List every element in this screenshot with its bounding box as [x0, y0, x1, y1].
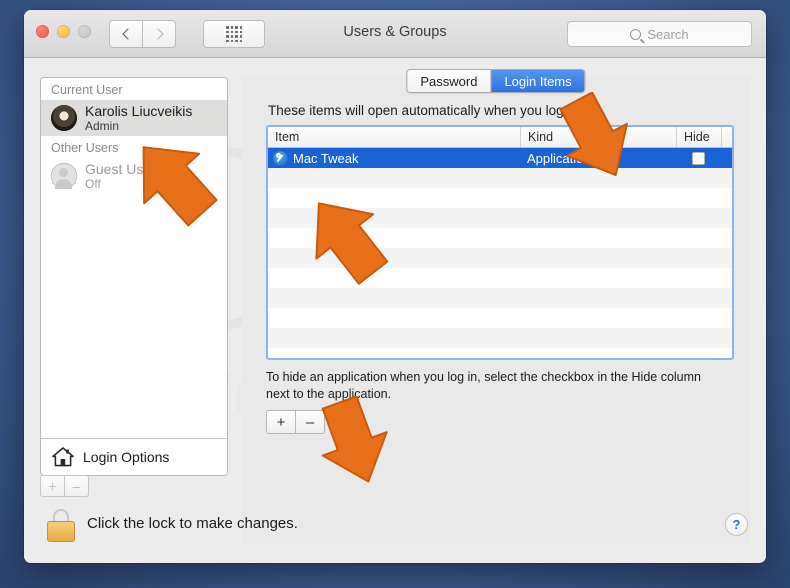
detail-pane: Password Login Items These items will op… — [242, 77, 750, 545]
home-icon — [52, 447, 74, 467]
add-user-button[interactable]: + — [40, 475, 65, 497]
table-empty-row — [268, 168, 732, 188]
table-empty-row — [268, 228, 732, 248]
tab-login-items[interactable]: Login Items — [490, 70, 584, 92]
cell-item: Mac Tweak — [268, 151, 520, 166]
lock-message: Click the lock to make changes. — [87, 515, 298, 532]
tab-password[interactable]: Password — [407, 70, 490, 92]
hide-column-hint: To hide an application when you log in, … — [266, 369, 716, 403]
sidebar-item-login-options[interactable]: Login Options — [41, 438, 227, 475]
window-footer: Click the lock to make changes. ? — [24, 501, 766, 563]
wrench-app-icon — [273, 151, 288, 166]
window-titlebar: Users & Groups Search — [24, 10, 766, 58]
login-items-table[interactable]: Item Kind Hide Mac Tweak Application — [266, 125, 734, 360]
sidebar-add-remove-group: + – — [40, 475, 89, 497]
sidebar-user-name: Karolis Liucveikis — [85, 103, 192, 120]
user-avatar — [51, 105, 77, 131]
cell-item-label: Mac Tweak — [293, 151, 359, 166]
search-icon — [630, 29, 641, 40]
table-empty-row — [268, 288, 732, 308]
sidebar-user-text: Karolis Liucveikis Admin — [85, 103, 192, 134]
table-empty-row — [268, 248, 732, 268]
column-header-hide[interactable]: Hide — [676, 127, 721, 147]
pane-tab-bar: Password Login Items — [406, 69, 585, 93]
hide-checkbox[interactable] — [692, 152, 705, 165]
users-and-groups-window: Users & Groups Search PZ .com Current Us… — [24, 10, 766, 563]
window-body: PZ .com Current User Karolis Liucveikis … — [24, 58, 766, 563]
search-field[interactable]: Search — [567, 21, 752, 47]
table-empty-row — [268, 328, 732, 348]
login-items-description: These items will open automatically when… — [268, 103, 582, 118]
table-empty-row — [268, 208, 732, 228]
table-empty-row — [268, 308, 732, 328]
sidebar-user-role: Admin — [85, 119, 192, 133]
table-empty-row — [268, 268, 732, 288]
login-item-add-remove-group: + – — [266, 410, 325, 434]
help-button[interactable]: ? — [725, 513, 748, 536]
table-empty-row — [268, 348, 732, 360]
column-header-item[interactable]: Item — [268, 127, 520, 147]
sidebar-guest-text: Guest User Off — [85, 161, 156, 192]
table-row[interactable]: Mac Tweak Application — [268, 148, 732, 168]
padlock-icon[interactable] — [47, 509, 75, 541]
sidebar-guest-role: Off — [85, 177, 156, 191]
sidebar-group-label-current: Current User — [41, 78, 227, 100]
sidebar-item-guest-user[interactable]: Guest User Off — [41, 158, 227, 194]
users-sidebar: Current User Karolis Liucveikis Admin Ot… — [40, 77, 228, 476]
sidebar-item-karolis-liucveikis[interactable]: Karolis Liucveikis Admin — [41, 100, 227, 136]
column-header-spacer — [721, 127, 732, 147]
sidebar-guest-name: Guest User — [85, 161, 156, 178]
remove-login-item-button[interactable]: – — [296, 410, 325, 434]
guest-avatar — [51, 163, 77, 189]
cell-hide[interactable] — [676, 152, 721, 165]
padlock-body — [47, 521, 75, 542]
sidebar-group-label-other: Other Users — [41, 136, 227, 158]
column-header-kind[interactable]: Kind — [520, 127, 676, 147]
remove-user-button[interactable]: – — [65, 475, 89, 497]
login-options-label: Login Options — [83, 449, 169, 465]
table-empty-row — [268, 188, 732, 208]
search-placeholder: Search — [647, 27, 688, 42]
table-header-row: Item Kind Hide — [268, 127, 732, 148]
cell-kind: Application — [520, 151, 676, 166]
add-login-item-button[interactable]: + — [266, 410, 296, 434]
